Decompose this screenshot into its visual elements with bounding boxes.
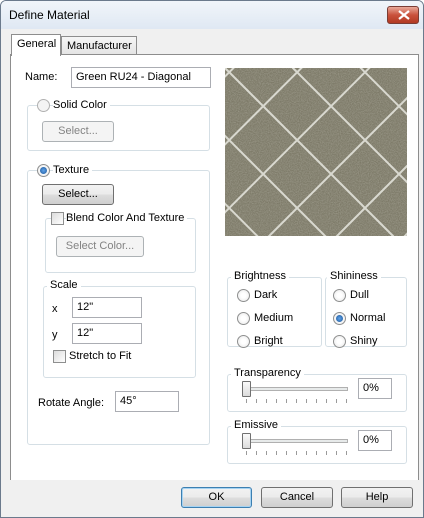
dialog-body: General Manufacturer Name: Green RU24 - …	[7, 30, 419, 489]
transparency-tick	[276, 399, 277, 403]
transparency-tick	[336, 399, 337, 403]
stretch-to-fit-label: Stretch to Fit	[69, 350, 132, 362]
close-icon	[398, 10, 410, 20]
shininess-legend: Shininess	[327, 270, 381, 282]
emissive-tick	[276, 451, 277, 455]
texture-select-button[interactable]: Select...	[42, 184, 114, 205]
texture-preview-image	[225, 68, 407, 236]
solid-color-select-button[interactable]: Select...	[42, 121, 114, 142]
scale-x-field[interactable]: 12"	[72, 297, 142, 318]
rotate-angle-field[interactable]: 45°	[115, 391, 179, 412]
stretch-to-fit-checkbox[interactable]	[53, 350, 66, 363]
solid-color-label: Solid Color	[53, 99, 110, 111]
transparency-tick	[246, 399, 247, 403]
emissive-tick	[346, 451, 347, 455]
tab-manufacturer[interactable]: Manufacturer	[61, 36, 137, 56]
emissive-tick	[316, 451, 317, 455]
shininess-dull-label: Dull	[350, 289, 369, 301]
transparency-slider-thumb[interactable]	[242, 381, 251, 397]
shininess-normal-radio[interactable]	[333, 312, 346, 325]
scale-legend: Scale	[47, 279, 81, 291]
define-material-dialog: Define Material General Manufacturer Nam…	[0, 0, 424, 518]
transparency-legend: Transparency	[231, 367, 304, 379]
emissive-tick	[266, 451, 267, 455]
brightness-bright-radio[interactable]	[237, 335, 250, 348]
help-button[interactable]: Help	[341, 487, 413, 508]
emissive-tick	[286, 451, 287, 455]
emissive-tick	[296, 451, 297, 455]
transparency-tick	[306, 399, 307, 403]
emissive-tick	[256, 451, 257, 455]
brightness-medium-radio[interactable]	[237, 312, 250, 325]
shininess-dull-radio[interactable]	[333, 289, 346, 302]
emissive-tick	[336, 451, 337, 455]
solid-color-radio[interactable]	[37, 99, 50, 112]
texture-label: Texture	[53, 164, 93, 176]
brightness-medium-label: Medium	[254, 312, 294, 324]
name-field[interactable]: Green RU24 - Diagonal	[71, 67, 211, 88]
transparency-value-field[interactable]: 0%	[358, 378, 392, 399]
texture-preview	[225, 68, 407, 236]
transparency-tick	[316, 399, 317, 403]
brightness-dark-label: Dark	[254, 289, 278, 301]
tab-general-label: General	[17, 38, 57, 50]
transparency-tick	[326, 399, 327, 403]
texture-radio[interactable]	[37, 164, 50, 177]
tab-general[interactable]: General	[11, 34, 61, 56]
ok-button[interactable]: OK	[181, 487, 252, 508]
emissive-tick	[246, 451, 247, 455]
transparency-tick	[346, 399, 347, 403]
blend-label: Blend Color And Texture	[66, 212, 188, 224]
transparency-tick	[256, 399, 257, 403]
brightness-bright-label: Bright	[254, 335, 283, 347]
emissive-tick	[306, 451, 307, 455]
shininess-normal-label: Normal	[350, 312, 386, 324]
scale-y-field[interactable]: 12"	[72, 323, 142, 344]
emissive-slider[interactable]	[242, 439, 348, 443]
emissive-value-field[interactable]: 0%	[358, 430, 392, 451]
transparency-tick	[286, 399, 287, 403]
shininess-shiny-label: Shiny	[350, 335, 378, 347]
tab-manufacturer-label: Manufacturer	[67, 40, 132, 52]
transparency-tick	[296, 399, 297, 403]
select-color-button[interactable]: Select Color...	[56, 236, 144, 257]
emissive-legend: Emissive	[231, 419, 282, 431]
cancel-button[interactable]: Cancel	[261, 487, 333, 508]
blend-checkbox[interactable]	[51, 212, 64, 225]
brightness-legend: Brightness	[231, 270, 289, 282]
window-title: Define Material	[9, 8, 90, 22]
scale-x-label: x	[52, 303, 58, 315]
rotate-angle-label: Rotate Angle:	[38, 397, 105, 409]
name-label: Name:	[25, 71, 58, 83]
button-bar: OK Cancel Help	[1, 480, 423, 517]
title-bar[interactable]: Define Material	[1, 1, 423, 29]
general-panel: Name: Green RU24 - Diagonal Solid Color …	[10, 54, 419, 489]
emissive-tick	[326, 451, 327, 455]
emissive-slider-thumb[interactable]	[242, 433, 251, 449]
transparency-slider[interactable]	[242, 387, 348, 391]
shininess-shiny-radio[interactable]	[333, 335, 346, 348]
transparency-tick	[266, 399, 267, 403]
close-button[interactable]	[387, 6, 419, 24]
brightness-dark-radio[interactable]	[237, 289, 250, 302]
scale-y-label: y	[52, 329, 58, 341]
